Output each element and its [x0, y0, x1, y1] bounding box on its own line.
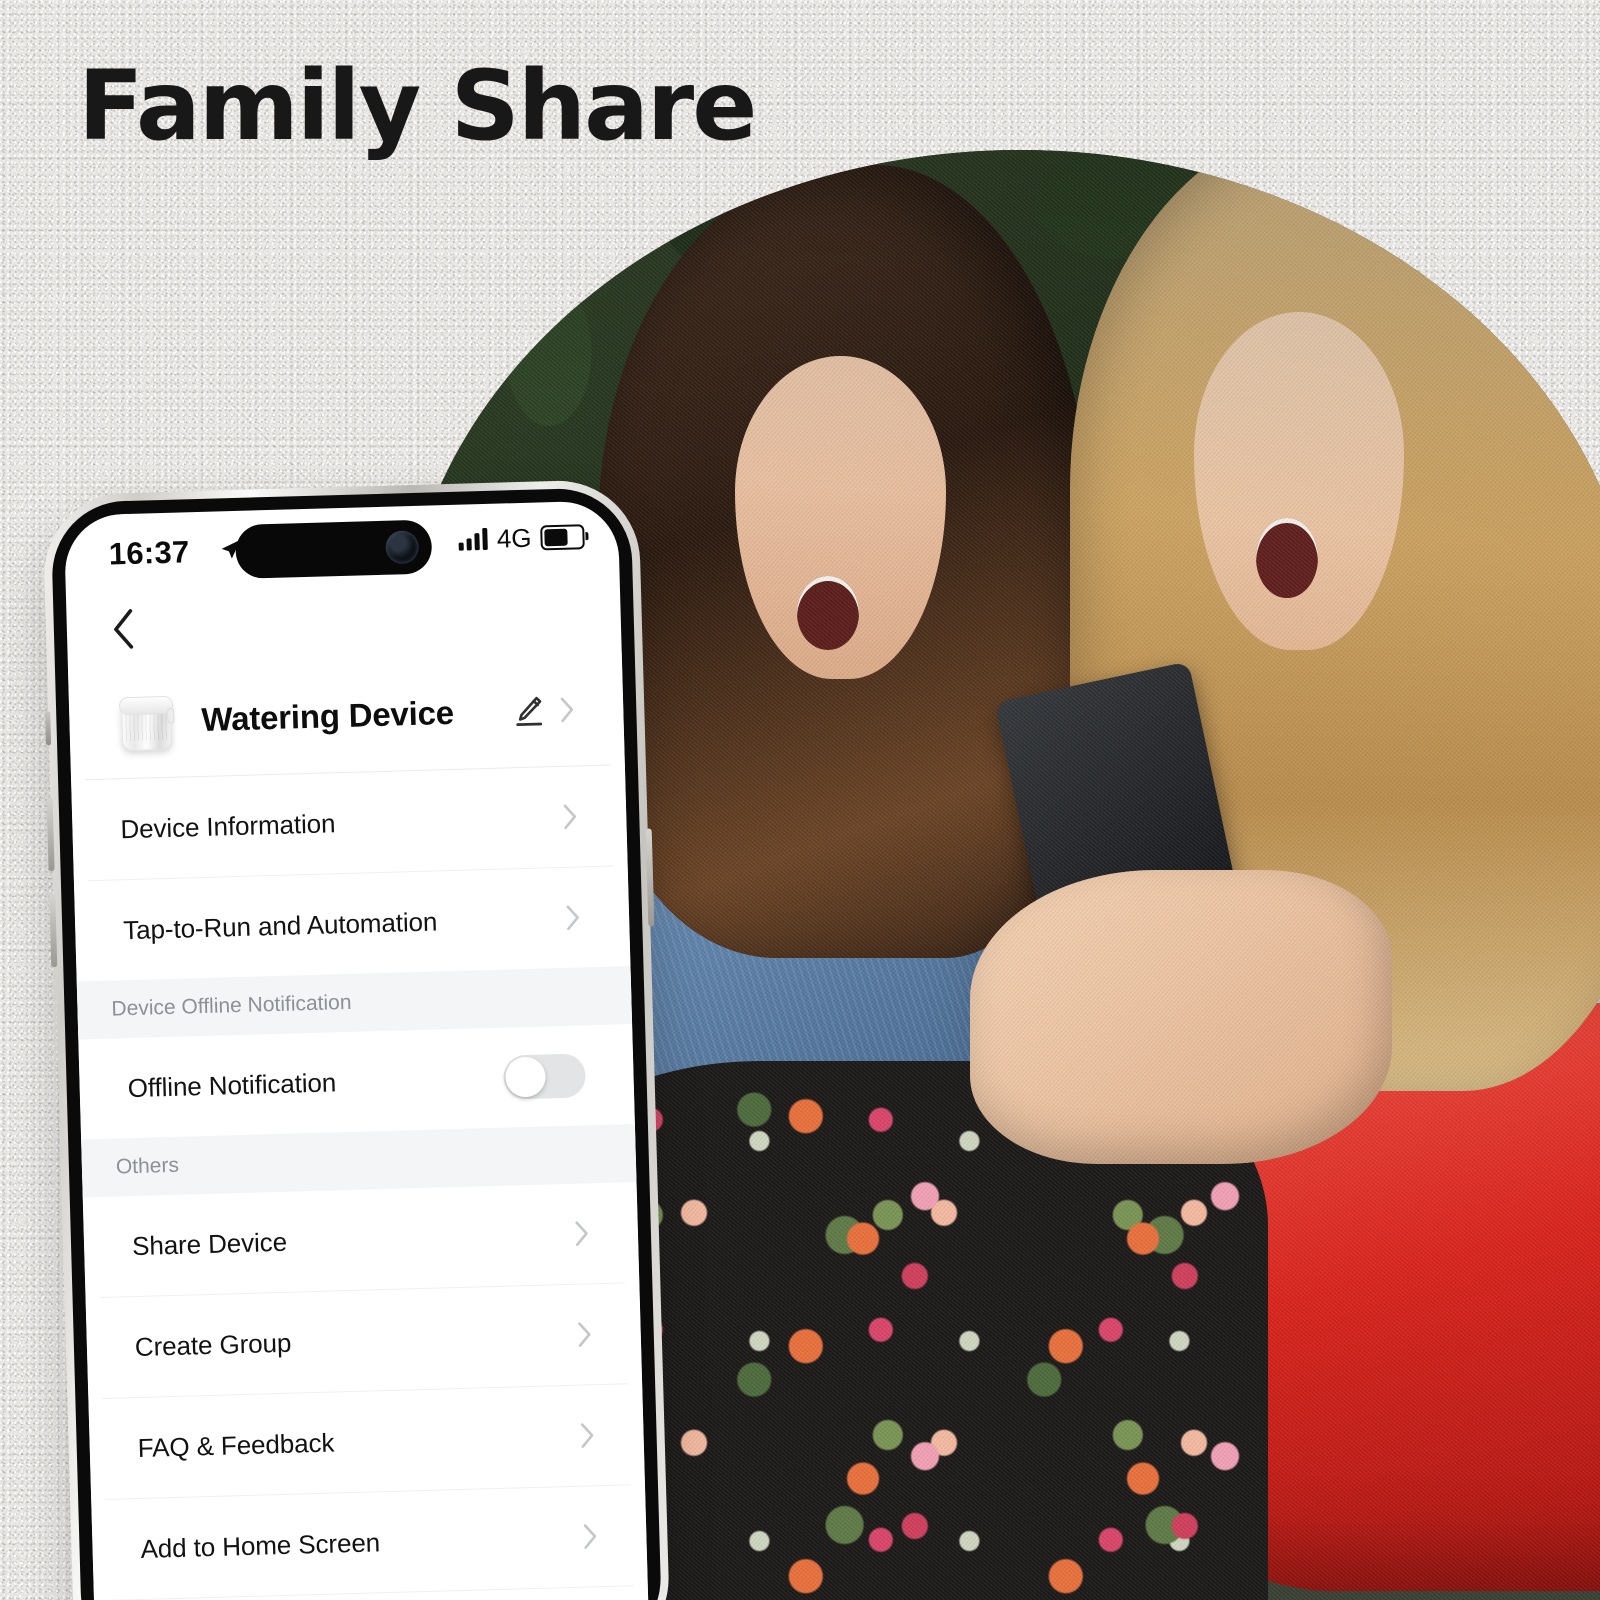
phone-screen: 16:37 4G Watering Device Device Informat…	[63, 500, 650, 1600]
back-button[interactable]	[98, 603, 149, 654]
pencil-edit-icon[interactable]	[511, 693, 546, 728]
chevron-right-icon	[575, 1221, 588, 1246]
chevron-right-icon	[580, 1423, 594, 1448]
chevron-right-icon	[560, 697, 574, 723]
iphone-mockup: 16:37 4G Watering Device Device Informat…	[42, 478, 671, 1600]
chevron-right-icon	[566, 905, 579, 931]
chevron-right-icon	[563, 804, 577, 830]
device-header-row[interactable]: Watering Device	[81, 652, 611, 781]
row-add-to-home-screen[interactable]: Add to Home Screen	[105, 1485, 634, 1600]
status-bar-indicators: 4G	[458, 522, 585, 554]
row-label: Add to Home Screen	[140, 1526, 381, 1564]
status-bar-time: 16:37	[108, 534, 191, 572]
front-camera-icon	[385, 530, 420, 565]
row-label: Share Device	[131, 1226, 288, 1261]
row-offline-notification[interactable]: Offline Notification	[92, 1024, 621, 1139]
row-label: Device Information	[120, 807, 336, 844]
row-faq-and-feedback[interactable]: FAQ & Feedback	[102, 1384, 631, 1500]
row-device-information[interactable]: Device Information	[85, 765, 614, 882]
device-name-label: Watering Device	[200, 693, 455, 738]
page-title: Family Share	[78, 50, 757, 162]
row-share-device[interactable]: Share Device	[96, 1182, 626, 1299]
offline-notification-toggle[interactable]	[502, 1053, 587, 1100]
battery-level-fill	[544, 528, 568, 546]
chevron-right-icon	[578, 1322, 591, 1347]
cellular-signal-icon	[458, 527, 489, 551]
row-tap-to-run-and-automation[interactable]: Tap-to-Run and Automation	[88, 867, 617, 982]
device-thumbnail-handle	[167, 707, 175, 724]
row-label: Create Group	[134, 1327, 292, 1362]
device-thumbnail-lid	[118, 695, 174, 716]
settings-list: Watering Device Device Information Tap-t…	[67, 652, 650, 1600]
row-label: Offline Notification	[127, 1066, 337, 1103]
chevron-left-icon	[114, 609, 134, 649]
row-label: Tap-to-Run and Automation	[122, 905, 438, 945]
row-label: FAQ & Feedback	[137, 1427, 335, 1463]
watering-device-thumbnail	[117, 688, 177, 756]
poster-canvas: Family Share 16:37 4G Watering Device De…	[0, 0, 1600, 1600]
toggle-knob	[504, 1056, 547, 1098]
device-header-actions	[511, 693, 576, 729]
phone-mute-switch[interactable]	[45, 711, 52, 746]
dynamic-island	[235, 519, 433, 579]
chevron-right-icon	[583, 1524, 597, 1549]
row-create-group[interactable]: Create Group	[99, 1283, 629, 1399]
battery-icon	[540, 523, 585, 550]
network-type-label: 4G	[496, 522, 532, 554]
status-bar: 16:37 4G	[64, 500, 620, 595]
